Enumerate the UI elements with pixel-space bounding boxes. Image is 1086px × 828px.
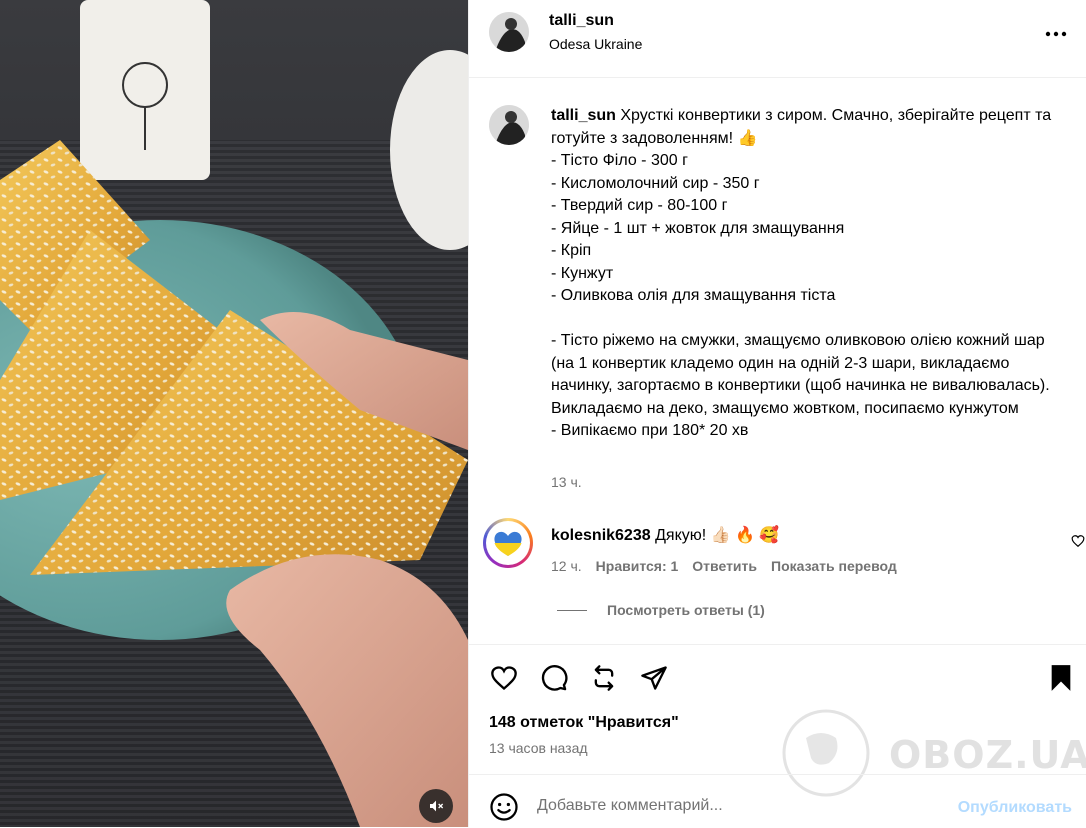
reply-button[interactable]: Ответить xyxy=(692,558,757,574)
action-bar xyxy=(469,644,1086,709)
comment-item: kolesnik6238 Дякую! 👍🏻 🔥 🥰 12 ч. Нравитс… xyxy=(483,518,1085,578)
comment-button[interactable] xyxy=(539,663,569,693)
avatar[interactable] xyxy=(489,12,529,52)
comment-icon xyxy=(541,665,568,691)
comment-text: kolesnik6238 Дякую! 👍🏻 🔥 🥰 xyxy=(551,526,779,546)
repost-button[interactable] xyxy=(589,663,619,693)
avatar-image xyxy=(489,12,529,52)
watermark-text: OBOZ.UA xyxy=(889,733,1086,777)
heart-icon xyxy=(491,666,517,691)
view-replies-label: Посмотреть ответы (1) xyxy=(607,602,765,618)
post-media[interactable] xyxy=(0,0,468,827)
post-location[interactable]: Odesa Ukraine xyxy=(549,36,642,52)
bookmark-icon xyxy=(1051,665,1071,691)
comment-like-button[interactable] xyxy=(1071,534,1085,553)
caption-avatar[interactable] xyxy=(489,105,529,145)
post-panel: talli_sun Odesa Ukraine talli_sun Хрустк… xyxy=(468,0,1086,827)
likes-count[interactable]: 148 отметок "Нравится" xyxy=(489,714,679,732)
comment-meta: 12 ч. Нравится: 1 Ответить Показать пере… xyxy=(551,558,897,574)
caption-body: Хрусткі конвертики з сиром. Смачно, збер… xyxy=(551,107,1052,439)
publish-button[interactable]: Опубликовать xyxy=(958,799,1072,817)
share-icon xyxy=(641,666,667,690)
comment-likes[interactable]: Нравится: 1 xyxy=(596,558,679,574)
food-photo xyxy=(0,0,468,827)
emoji-button[interactable] xyxy=(489,792,519,822)
emoji-icon xyxy=(490,793,518,821)
repost-icon xyxy=(594,665,614,691)
comment-composer: Опубликовать xyxy=(469,774,1086,828)
caption-timestamp[interactable]: 13 ч. xyxy=(551,474,582,490)
comment-body: Дякую! 👍🏻 🔥 🥰 xyxy=(655,527,780,544)
comment-time[interactable]: 12 ч. xyxy=(551,558,582,574)
show-translation-button[interactable]: Показать перевод xyxy=(771,558,897,574)
mute-button[interactable] xyxy=(419,789,453,823)
share-button[interactable] xyxy=(639,663,669,693)
view-replies-button[interactable]: Посмотреть ответы (1) xyxy=(557,602,765,618)
save-button[interactable] xyxy=(1046,663,1076,693)
more-options-button[interactable] xyxy=(1044,22,1068,46)
replies-divider xyxy=(557,609,587,611)
heart-icon xyxy=(1071,535,1085,548)
more-horizontal-icon xyxy=(1045,31,1067,37)
avatar-image xyxy=(489,105,529,145)
like-button[interactable] xyxy=(489,663,519,693)
commenter-username[interactable]: kolesnik6238 xyxy=(551,527,651,544)
post-header: talli_sun Odesa Ukraine xyxy=(469,0,1086,78)
post-author[interactable]: talli_sun xyxy=(549,12,614,30)
volume-muted-icon xyxy=(430,800,444,812)
commenter-avatar[interactable] xyxy=(483,518,533,568)
post-timestamp[interactable]: 13 часов назад xyxy=(489,740,588,756)
caption-author[interactable]: talli_sun xyxy=(551,107,616,124)
comment-input[interactable] xyxy=(537,789,937,823)
caption-text: talli_sun Хрусткі конвертики з сиром. См… xyxy=(551,105,1071,443)
heart-flag-avatar-icon xyxy=(494,531,522,556)
